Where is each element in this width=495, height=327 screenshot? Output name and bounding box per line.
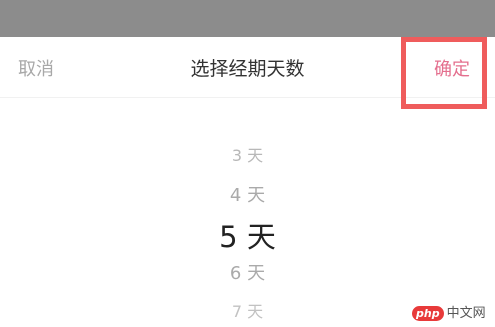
confirm-highlight-box (401, 37, 487, 109)
status-bar (0, 0, 495, 37)
picker-option[interactable]: 6 天 (0, 259, 495, 285)
picker-screen: 取消 选择经期天数 确定 3 天 4 天 5 天 6 天 7 天 php 中文网 (0, 0, 495, 327)
watermark: php 中文网 (412, 302, 486, 321)
picker-option-selected[interactable]: 5 天 (0, 214, 495, 256)
php-logo-icon: php (412, 306, 444, 321)
picker-option[interactable]: 4 天 (0, 181, 495, 207)
days-picker[interactable]: 3 天 4 天 5 天 6 天 7 天 (0, 130, 495, 327)
watermark-text: 中文网 (446, 306, 486, 321)
picker-option[interactable]: 3 天 (0, 142, 495, 166)
